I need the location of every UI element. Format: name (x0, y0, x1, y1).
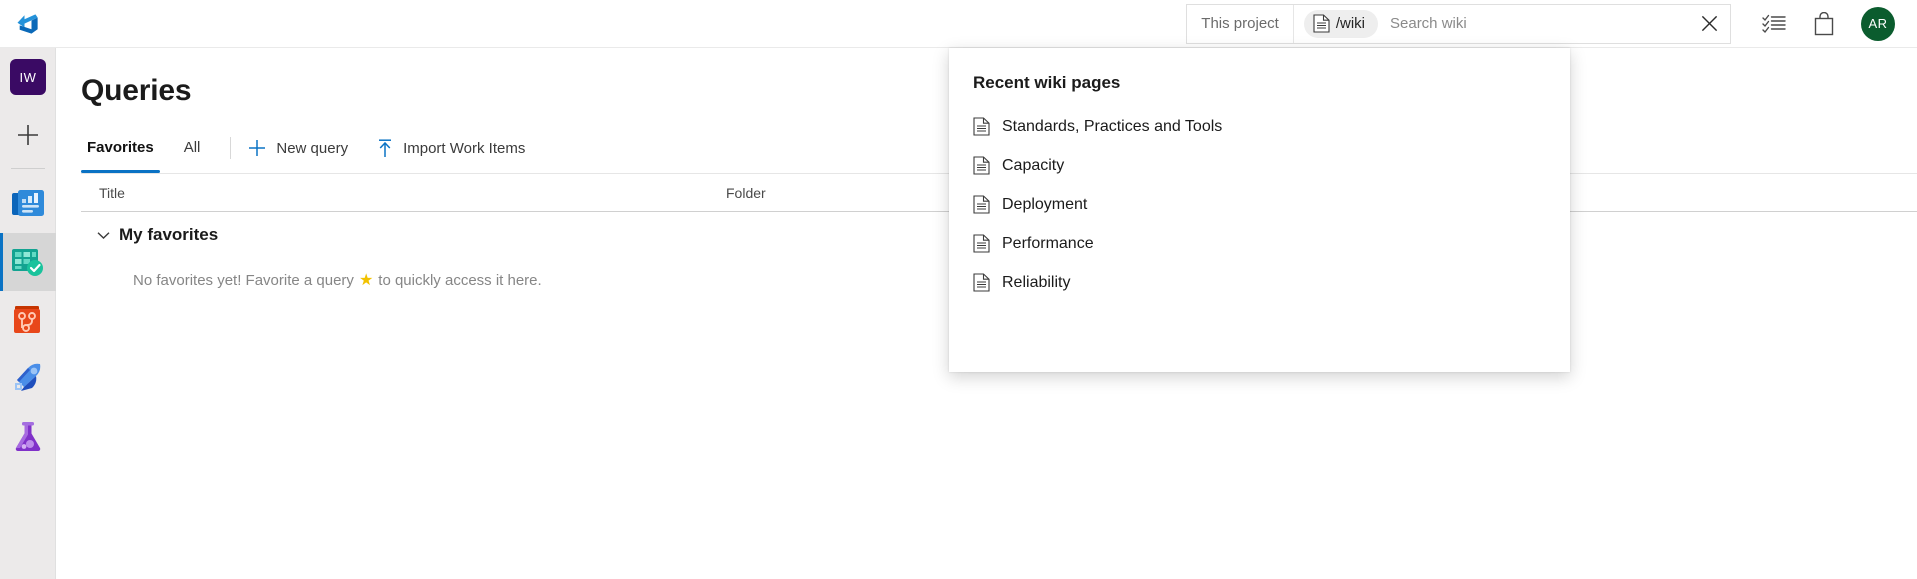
import-work-items-button[interactable]: Import Work Items (376, 138, 525, 158)
project-avatar: IW (10, 59, 46, 95)
recent-wiki-pages-dropdown: Recent wiki pages Standards, Practices a… (949, 48, 1570, 372)
search-wiki-chip[interactable]: /wiki (1304, 10, 1378, 38)
wiki-page-item[interactable]: Reliability (949, 263, 1570, 302)
page-document-icon (973, 273, 990, 292)
sidebar-item-pipelines[interactable] (0, 349, 56, 407)
column-header-title[interactable]: Title (81, 185, 726, 201)
wiki-page-item[interactable]: Performance (949, 224, 1570, 263)
sidebar-item-repos[interactable] (0, 291, 56, 349)
empty-state-text-after: to quickly access it here. (378, 272, 541, 289)
tab-favorites-label: Favorites (87, 139, 154, 156)
azure-devops-logo[interactable] (0, 0, 56, 48)
wiki-page-item[interactable]: Deployment (949, 185, 1570, 224)
pipelines-icon (11, 362, 45, 394)
search-input[interactable] (1378, 5, 1688, 43)
page-document-icon (973, 117, 990, 136)
azure-devops-logo-icon (14, 10, 42, 38)
test-plans-icon (13, 420, 43, 452)
project-avatar-initials: IW (20, 70, 37, 85)
boards-icon (11, 246, 45, 278)
empty-state-text-before: No favorites yet! Favorite a query (133, 272, 354, 289)
chevron-down-icon (97, 231, 110, 240)
wiki-page-label: Reliability (1002, 274, 1070, 292)
overview-icon (11, 188, 45, 220)
plus-icon (247, 138, 267, 158)
sidebar-item-project[interactable]: IW (0, 48, 56, 106)
wiki-page-label: Capacity (1002, 157, 1064, 175)
upload-arrow-icon (376, 138, 394, 158)
wiki-page-label: Deployment (1002, 196, 1087, 214)
user-avatar[interactable]: AR (1861, 7, 1895, 41)
dropdown-heading: Recent wiki pages (949, 64, 1570, 93)
new-item-plus-icon (15, 122, 41, 148)
search-scope-button[interactable]: This project (1187, 5, 1294, 43)
wiki-page-label: Performance (1002, 235, 1094, 253)
marketplace-button[interactable] (1801, 1, 1847, 47)
new-query-label: New query (276, 140, 348, 157)
tab-favorites[interactable]: Favorites (81, 130, 160, 166)
search-wiki-chip-label: /wiki (1336, 15, 1365, 32)
rail-divider (11, 168, 45, 169)
page-document-icon (1313, 14, 1330, 33)
wiki-page-label: Standards, Practices and Tools (1002, 118, 1222, 136)
global-search-cluster: This project /wiki (1186, 4, 1731, 44)
close-icon (1700, 14, 1719, 33)
sidebar-item-overview[interactable] (0, 175, 56, 233)
tab-all[interactable]: All (178, 130, 207, 166)
tab-all-label: All (184, 139, 201, 156)
top-navigation-bar: This project /wiki (0, 0, 1917, 48)
import-work-items-label: Import Work Items (403, 140, 525, 157)
left-navigation-rail: IW (0, 48, 56, 579)
search-clear-button[interactable] (1688, 5, 1730, 43)
sidebar-item-test-plans[interactable] (0, 407, 56, 465)
query-group-label: My favorites (119, 225, 218, 245)
wiki-page-item[interactable]: Standards, Practices and Tools (949, 107, 1570, 146)
topbar-icon-group: AR (1751, 1, 1917, 47)
avatar-initials: AR (1868, 16, 1887, 31)
new-query-button[interactable]: New query (247, 138, 348, 158)
page-document-icon (973, 156, 990, 175)
repos-icon (12, 304, 44, 336)
sidebar-item-new[interactable] (0, 106, 56, 164)
page-document-icon (973, 234, 990, 253)
task-board-checklist-icon (1762, 13, 1786, 35)
work-items-button[interactable] (1751, 1, 1797, 47)
toolbar-divider (230, 137, 231, 159)
favorite-star-icon: ★ (359, 270, 373, 290)
sidebar-item-boards[interactable] (0, 233, 56, 291)
wiki-page-item[interactable]: Capacity (949, 146, 1570, 185)
azure-devops-window: This project /wiki (0, 0, 1917, 579)
page-document-icon (973, 195, 990, 214)
search-shell: This project /wiki (1186, 4, 1731, 44)
marketplace-bag-icon (1813, 12, 1835, 36)
search-scope-label: This project (1201, 15, 1279, 32)
